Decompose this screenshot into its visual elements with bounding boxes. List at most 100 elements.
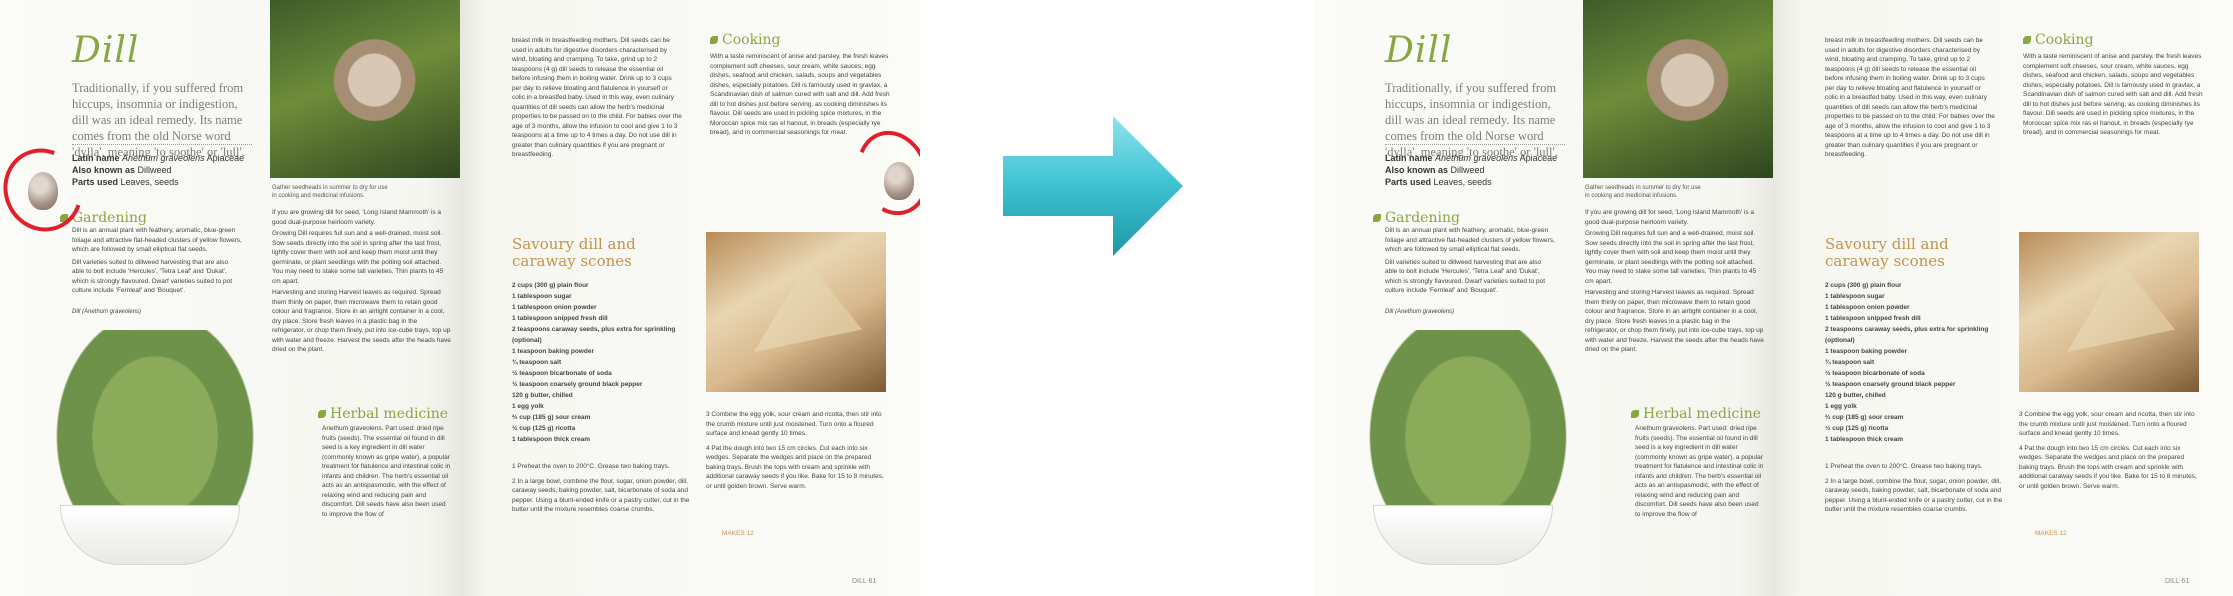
gardening-heading: Gardening bbox=[1373, 210, 1460, 226]
also-label: Also known as bbox=[72, 165, 136, 175]
ingredient: ½ cup (125 g) ricotta bbox=[1825, 425, 1889, 432]
latin-family: Apiaceae bbox=[1519, 153, 1558, 163]
also-label: Also known as bbox=[1385, 165, 1449, 175]
book-spread-before: Dill Traditionally, if you suffered from… bbox=[0, 0, 920, 596]
ingredient: ½ teaspoon coarsely ground black pepper bbox=[512, 381, 643, 388]
book-spread-after: Dill Traditionally, if you suffered from… bbox=[1313, 0, 2233, 596]
intro-text: Traditionally, if you suffered from hicc… bbox=[72, 81, 245, 159]
method-step: 1 Preheat the oven to 200°C. Grease two … bbox=[512, 463, 670, 470]
dill-flower-photo bbox=[1583, 0, 1773, 178]
ingredient: ¾ teaspoon salt bbox=[1825, 359, 1875, 366]
herbal-text: Anethum graveolens. Part used: dried rip… bbox=[322, 425, 451, 518]
ingredient: 1 teaspoon baking powder bbox=[1825, 348, 1907, 355]
cooking-text: With a taste reminiscent of anise and pa… bbox=[2023, 53, 2203, 136]
facts-block: Latin name Anethum graveolens Apiaceae A… bbox=[1385, 152, 1575, 188]
makes-label: MAKES 12 bbox=[722, 530, 754, 537]
left-page: Dill Traditionally, if you suffered from… bbox=[0, 0, 460, 596]
gardening-p2: Dill varieties suited to dillweed harves… bbox=[72, 258, 233, 295]
growing-p3: Harvesting and storing Harvest leaves as… bbox=[1585, 289, 1764, 353]
ingredient: 1 egg yolk bbox=[512, 403, 544, 410]
growing-p3: Harvesting and storing Harvest leaves as… bbox=[272, 289, 451, 353]
gardening-p1: Dill is an annual plant with feathery, a… bbox=[72, 227, 242, 253]
herbal-heading: Herbal medicine bbox=[1631, 406, 1761, 422]
gardening-heading-text: Gardening bbox=[72, 210, 147, 226]
left-page: Dill Traditionally, if you suffered from… bbox=[1313, 0, 1773, 596]
latin-value: Anethum graveolens bbox=[122, 153, 205, 163]
gardening-p1: Dill is an annual plant with feathery, a… bbox=[1385, 227, 1555, 253]
right-arrow-icon bbox=[1003, 116, 1183, 256]
latin-family: Apiaceae bbox=[206, 153, 245, 163]
herbal-text: Anethum graveolens. Part used: dried rip… bbox=[1635, 425, 1764, 518]
gardening-column: Dill is an annual plant with feathery, a… bbox=[72, 226, 242, 317]
ingredient: ¾ teaspoon salt bbox=[512, 359, 562, 366]
method-list-continued: 3 Combine the egg yolk, sour cream and r… bbox=[706, 410, 886, 496]
right-page: breast milk in breastfeeding mothers. Di… bbox=[1773, 0, 2233, 596]
growing-p2: Growing Dill requires full sun and a wel… bbox=[1585, 230, 1757, 285]
method-list: 1 Preheat the oven to 200°C. Grease two … bbox=[512, 462, 692, 520]
ingredient: ½ teaspoon coarsely ground black pepper bbox=[1825, 381, 1956, 388]
scone-shape bbox=[754, 262, 862, 352]
cooking-heading: Cooking bbox=[2023, 32, 2094, 48]
ingredient: 2 cups (300 g) plain flour bbox=[512, 282, 589, 289]
gardening-column: Dill is an annual plant with feathery, a… bbox=[1385, 226, 1555, 317]
facts-block: Latin name Anethum graveolens Apiaceae A… bbox=[72, 152, 262, 188]
method-step: 3 Combine the egg yolk, sour cream and r… bbox=[706, 411, 882, 437]
plant-caption: Dill (Anethum graveolens) bbox=[1385, 308, 1455, 315]
medicine-continued-text: breast milk in breastfeeding mothers. Di… bbox=[1825, 37, 1995, 158]
also-value: Dillweed bbox=[1450, 165, 1485, 175]
flower-caption: Gather seedheads in summer to dry for us… bbox=[272, 185, 388, 199]
leaf-icon bbox=[710, 36, 718, 44]
ingredient: ½ cup (125 g) ricotta bbox=[512, 425, 576, 432]
method-step: 1 Preheat the oven to 200°C. Grease two … bbox=[1825, 463, 1983, 470]
ingredient: 1 tablespoon snipped fresh dill bbox=[512, 315, 608, 322]
method-step: 4 Pat the dough into two 15 cm circles. … bbox=[706, 444, 884, 490]
ingredient: 1 tablespoon thick cream bbox=[1825, 436, 1904, 443]
growing-column: If you are growing dill for seed, 'Long … bbox=[272, 208, 452, 355]
ingredient: 1 tablespoon onion powder bbox=[512, 304, 597, 311]
method-list: 1 Preheat the oven to 200°C. Grease two … bbox=[1825, 462, 2005, 520]
latin-label: Latin name bbox=[1385, 153, 1433, 163]
parts-label: Parts used bbox=[1385, 177, 1432, 187]
method-list-continued: 3 Combine the egg yolk, sour cream and r… bbox=[2019, 410, 2199, 496]
ingredient: 1 tablespoon sugar bbox=[1825, 293, 1885, 300]
latin-value: Anethum graveolens bbox=[1435, 153, 1518, 163]
page-title: Dill bbox=[1385, 30, 1453, 71]
ingredient: ⅔ cup (185 g) sour cream bbox=[1825, 414, 1904, 421]
ingredient: ½ teaspoon bicarbonate of soda bbox=[512, 370, 612, 377]
ingredient: 1 tablespoon sugar bbox=[512, 293, 572, 300]
growing-p1: If you are growing dill for seed, 'Long … bbox=[1585, 209, 1755, 226]
ingredient: 1 teaspoon baking powder bbox=[512, 348, 594, 355]
medicine-continued-text: breast milk in breastfeeding mothers. Di… bbox=[512, 37, 682, 158]
latin-label: Latin name bbox=[72, 153, 120, 163]
gardening-p2: Dill varieties suited to dillweed harves… bbox=[1385, 258, 1546, 295]
ingredient-list: 2 cups (300 g) plain flour 1 tablespoon … bbox=[1825, 280, 2005, 445]
scone-photo bbox=[2019, 232, 2199, 392]
parts-value: Leaves, seeds bbox=[1433, 177, 1492, 187]
ingredient: 120 g butter, chilled bbox=[1825, 392, 1886, 399]
ingredient: 1 tablespoon onion powder bbox=[1825, 304, 1910, 311]
recipe-title: Savoury dill and caraway scones bbox=[512, 235, 636, 270]
flower-caption: Gather seedheads in summer to dry for us… bbox=[1585, 185, 1701, 199]
ingredient: 1 tablespoon snipped fresh dill bbox=[1825, 315, 1921, 322]
method-step: 2 In a large bowl, combine the flour, su… bbox=[512, 477, 690, 514]
leaf-icon bbox=[1631, 410, 1639, 418]
growing-column: If you are growing dill for seed, 'Long … bbox=[1585, 208, 1765, 355]
page-folio: DILL 61 bbox=[852, 578, 877, 585]
scone-photo bbox=[706, 232, 886, 392]
page-title: Dill bbox=[72, 30, 140, 71]
dotted-divider bbox=[72, 144, 252, 145]
herbal-heading-text: Herbal medicine bbox=[1643, 406, 1762, 422]
recipe-title: Savoury dill and caraway scones bbox=[1825, 235, 1949, 270]
cooking-heading-text: Cooking bbox=[722, 32, 781, 48]
leaf-icon bbox=[318, 410, 326, 418]
cooking-heading: Cooking bbox=[710, 32, 781, 48]
dill-flower-photo bbox=[270, 0, 460, 178]
cooking-text: With a taste reminiscent of anise and pa… bbox=[710, 53, 890, 136]
parts-value: Leaves, seeds bbox=[120, 177, 179, 187]
page-folio: DILL 61 bbox=[2165, 578, 2190, 585]
ingredient-list: 2 cups (300 g) plain flour 1 tablespoon … bbox=[512, 280, 692, 445]
ingredient: ½ teaspoon bicarbonate of soda bbox=[1825, 370, 1925, 377]
method-step: 4 Pat the dough into two 15 cm circles. … bbox=[2019, 444, 2197, 490]
method-step: 3 Combine the egg yolk, sour cream and r… bbox=[2019, 411, 2195, 437]
ingredient: 1 tablespoon thick cream bbox=[512, 436, 591, 443]
